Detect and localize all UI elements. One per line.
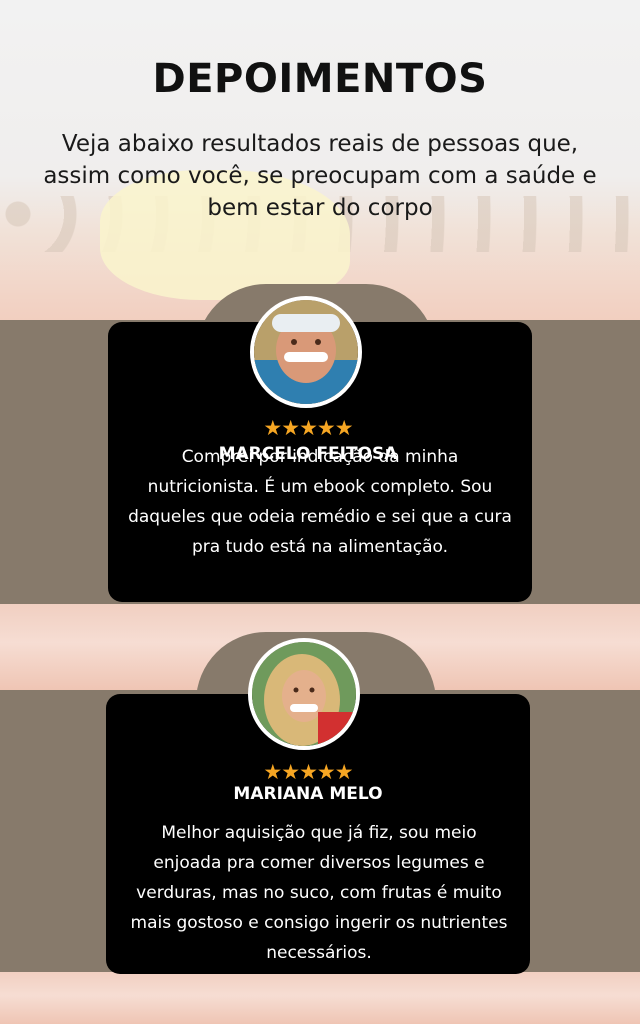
- rating-stars: ★★★★★: [263, 760, 353, 784]
- page-title: DEPOIMENTOS: [152, 56, 488, 102]
- page-subtitle: Veja abaixo resultados reais de pessoas …: [43, 131, 597, 221]
- avatar: [250, 296, 362, 408]
- testimonial-text: Melhor aquisição que já fiz, sou meio en…: [130, 823, 508, 963]
- pink-footer-band: [0, 972, 640, 1024]
- rating-stars: ★★★★★: [263, 416, 353, 440]
- avatar-photo-icon: [254, 300, 358, 404]
- testimonial-text: Comprei por indicação da minha nutricion…: [128, 447, 512, 557]
- avatar: [248, 638, 360, 750]
- testimonial-name: MARIANA MELO: [233, 784, 383, 804]
- avatar-photo-icon: [252, 642, 356, 746]
